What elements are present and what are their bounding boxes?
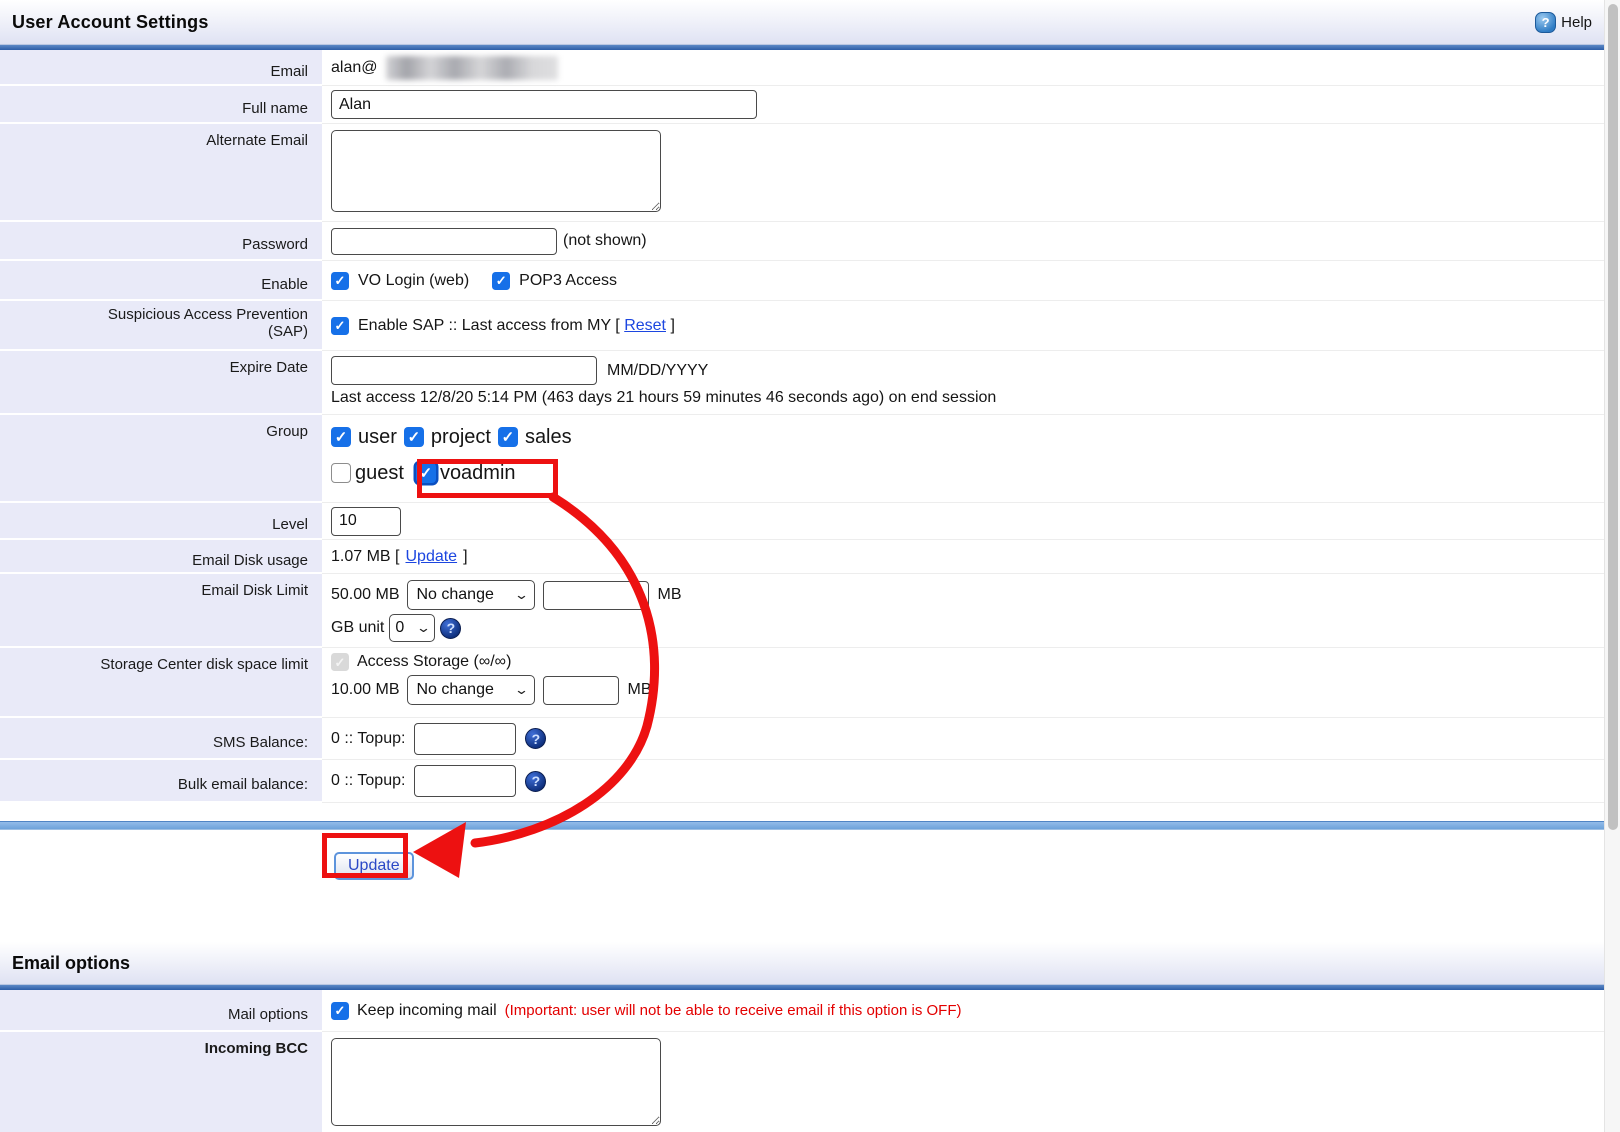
storage-current: 10.00 MB (331, 681, 399, 699)
gb-unit-label: GB unit (331, 619, 384, 637)
sms-balance-text: 0 :: Topup: (331, 730, 405, 748)
incoming-bcc-textarea[interactable] (331, 1038, 661, 1126)
bulk-balance-row: Bulk email balance: 0 :: Topup: ? (0, 760, 1604, 803)
keep-incoming-mail-label: Keep incoming mail (357, 1002, 497, 1020)
email-redacted-domain (386, 56, 558, 80)
pop3-access-label: POP3 Access (519, 272, 617, 290)
full-name-label: Full name (0, 86, 322, 124)
incoming-bcc-label: Incoming BCC (0, 1032, 322, 1132)
user-account-settings-page: User Account Settings ? Help Email alan@… (0, 0, 1620, 1132)
group-sales-checkbox[interactable]: ✓ (498, 427, 518, 447)
expire-date-input[interactable] (331, 356, 597, 385)
alternate-email-label: Alternate Email (0, 124, 322, 222)
enable-sap-checkbox[interactable]: ✓ (331, 317, 349, 335)
email-label: Email (0, 50, 322, 86)
disk-limit-unit: MB (657, 586, 681, 604)
help-button[interactable]: ? Help (1535, 12, 1592, 33)
sap-text: Enable SAP :: Last access from MY [ Rese… (358, 317, 675, 335)
password-label: Password (0, 222, 322, 261)
page-header: User Account Settings ? Help (0, 0, 1604, 44)
last-access-text: Last access 12/8/20 5:14 PM (463 days 21… (331, 389, 1604, 407)
pop3-access-checkbox[interactable]: ✓ (492, 272, 510, 290)
enable-row: Enable ✓ VO Login (web) ✓ POP3 Access (0, 261, 1604, 301)
alternate-email-textarea[interactable] (331, 130, 661, 212)
sms-topup-input[interactable] (414, 723, 516, 755)
gb-unit-select[interactable]: 0⌄ (389, 614, 435, 642)
bulk-topup-help-icon[interactable]: ? (525, 771, 546, 792)
group-row: Group ✓ user ✓ project ✓ sales ✓ guest ✓… (0, 415, 1604, 503)
update-button[interactable]: Update (334, 852, 414, 880)
full-name-row: Full name (0, 86, 1604, 124)
full-name-input[interactable] (331, 90, 757, 119)
access-storage-checkbox: ✓ (331, 653, 349, 671)
incoming-bcc-row: Incoming BCC (0, 1032, 1604, 1132)
password-note: (not shown) (563, 232, 647, 250)
disk-limit-select[interactable]: No change⌄ (407, 580, 535, 610)
group-label: Group (0, 415, 322, 503)
storage-unit: MB (627, 681, 651, 699)
keep-incoming-mail-checkbox[interactable]: ✓ (331, 1002, 349, 1020)
disk-limit-amount-input[interactable] (543, 581, 649, 610)
alternate-email-row: Alternate Email (0, 124, 1604, 222)
mail-options-warning: (Important: user will not be able to rec… (505, 1002, 962, 1019)
storage-limit-label: Storage Center disk space limit (0, 648, 322, 718)
scrollbar-thumb[interactable] (1608, 4, 1618, 830)
storage-select[interactable]: No change⌄ (407, 675, 535, 705)
expire-date-label: Expire Date (0, 351, 322, 415)
level-input[interactable] (331, 507, 401, 536)
form-footer-spacer (0, 803, 1604, 817)
group-guest-checkbox[interactable]: ✓ (331, 463, 351, 483)
disk-limit-current: 50.00 MB (331, 586, 399, 604)
vo-login-checkbox[interactable]: ✓ (331, 272, 349, 290)
help-icon: ? (1535, 12, 1556, 33)
group-voadmin-checkbox[interactable]: ✓ (416, 463, 436, 483)
gb-unit-help-icon[interactable]: ? (440, 618, 461, 639)
password-input[interactable] (331, 228, 557, 255)
mail-options-row: Mail options ✓ Keep incoming mail (Impor… (0, 990, 1604, 1032)
email-options-title: Email options (12, 953, 130, 974)
password-row: Password (not shown) (0, 222, 1604, 261)
group-user-label: user (358, 426, 397, 449)
disk-usage-row: Email Disk usage 1.07 MB [ Update ] (0, 540, 1604, 574)
disk-limit-row: Email Disk Limit 50.00 MB No change⌄ MB … (0, 574, 1604, 648)
group-guest-label: guest (355, 462, 404, 485)
form-bottom-divider (0, 821, 1604, 830)
sms-balance-row: SMS Balance: 0 :: Topup: ? (0, 718, 1604, 760)
page-title: User Account Settings (12, 12, 209, 33)
sap-row: Suspicious Access Prevention (SAP) ✓ Ena… (0, 301, 1604, 351)
level-label: Level (0, 503, 322, 540)
group-user-checkbox[interactable]: ✓ (331, 427, 351, 447)
group-project-checkbox[interactable]: ✓ (404, 427, 424, 447)
expire-date-row: Expire Date MM/DD/YYYY Last access 12/8/… (0, 351, 1604, 415)
level-row: Level (0, 503, 1604, 540)
disk-usage-text: 1.07 MB [ (331, 548, 399, 566)
sms-balance-label: SMS Balance: (0, 718, 322, 760)
disk-usage-update-link[interactable]: Update (405, 548, 457, 566)
sap-label: Suspicious Access Prevention (SAP) (0, 301, 322, 351)
sap-reset-link[interactable]: Reset (624, 317, 666, 334)
enable-label: Enable (0, 261, 322, 301)
expire-date-format-hint: MM/DD/YYYY (607, 362, 708, 380)
bulk-balance-text: 0 :: Topup: (331, 772, 405, 790)
bulk-balance-label: Bulk email balance: (0, 760, 322, 803)
disk-limit-label: Email Disk Limit (0, 574, 322, 648)
group-project-label: project (431, 426, 491, 449)
vertical-scrollbar[interactable] (1604, 0, 1620, 1132)
mail-options-label: Mail options (0, 990, 322, 1032)
sms-topup-help-icon[interactable]: ? (525, 728, 546, 749)
group-sales-label: sales (525, 426, 572, 449)
email-value-prefix: alan@ (331, 59, 378, 77)
disk-usage-label: Email Disk usage (0, 540, 322, 574)
bulk-topup-input[interactable] (414, 765, 516, 797)
group-voadmin-label: voadmin (440, 462, 516, 485)
help-label: Help (1561, 14, 1592, 31)
email-row: Email alan@ (0, 50, 1604, 86)
storage-limit-row: Storage Center disk space limit ✓ Access… (0, 648, 1604, 718)
email-options-header: Email options (0, 942, 1604, 984)
storage-amount-input[interactable] (543, 676, 619, 705)
vo-login-label: VO Login (web) (358, 272, 469, 290)
access-storage-label: Access Storage (∞/∞) (357, 653, 511, 671)
